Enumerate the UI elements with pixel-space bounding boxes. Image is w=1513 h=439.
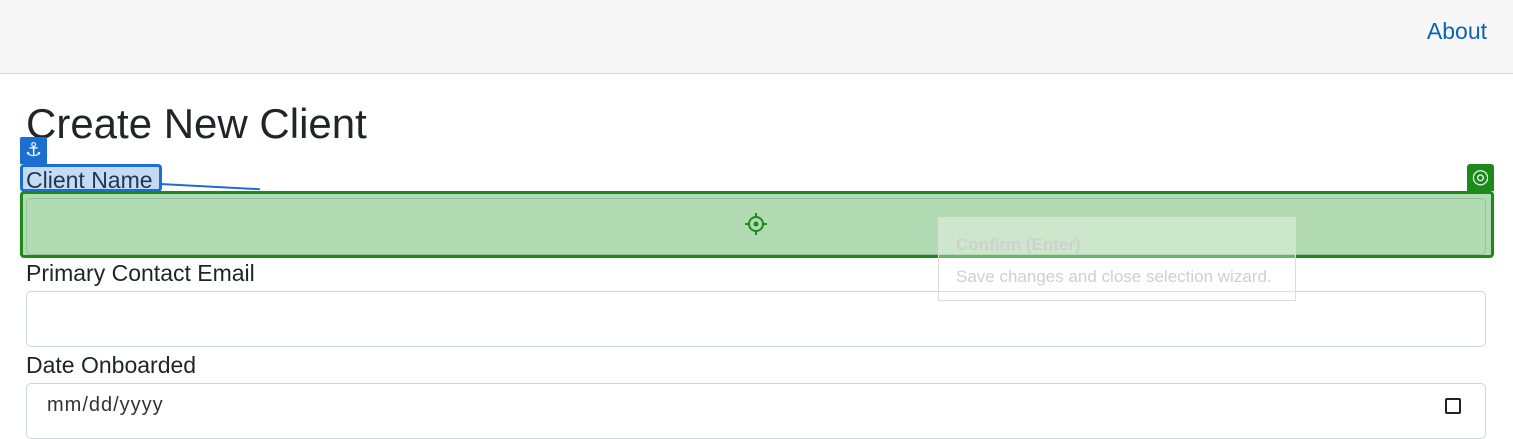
date-input[interactable]: mm/dd/yyyy: [26, 383, 1486, 439]
anchor-icon[interactable]: ⚓: [20, 137, 47, 164]
date-placeholder: mm/dd/yyyy: [47, 394, 164, 416]
anchor-connector: [159, 183, 260, 191]
confirm-tooltip: Confirm (Enter) Save changes and close s…: [938, 217, 1296, 301]
target-icon[interactable]: ◎: [1467, 164, 1494, 191]
about-link[interactable]: About: [1427, 18, 1487, 45]
email-label: Primary Contact Email: [26, 260, 255, 286]
tooltip-title: Confirm (Enter): [956, 235, 1081, 254]
date-label: Date Onboarded: [26, 352, 197, 378]
calendar-icon[interactable]: [1445, 398, 1461, 414]
crosshair-icon: [745, 213, 767, 235]
anchor-highlight[interactable]: [20, 164, 162, 192]
top-navbar: About: [0, 0, 1513, 74]
page-title: Create New Client: [26, 100, 367, 147]
tooltip-description: Save changes and close selection wizard.: [956, 267, 1272, 286]
